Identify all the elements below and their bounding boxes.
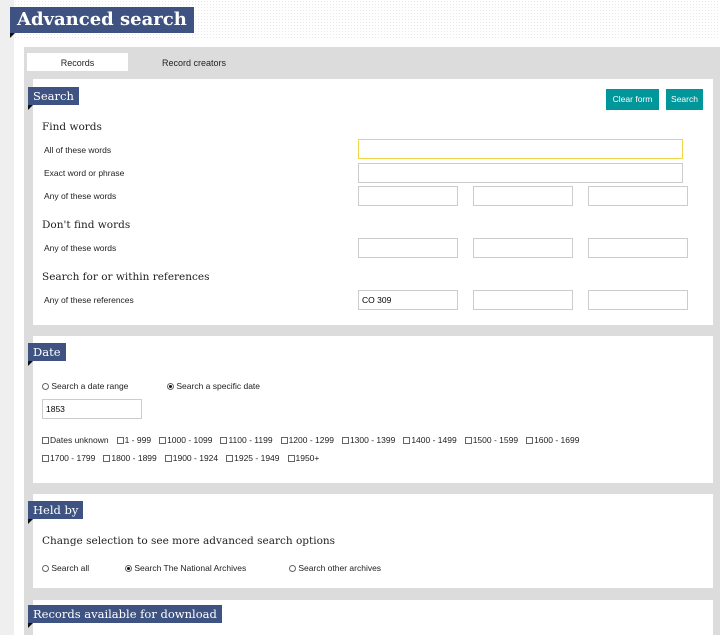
date-range-checkbox[interactable]: 1600 - 1699: [526, 435, 579, 445]
date-range-checkbox[interactable]: 1100 - 1199: [220, 435, 273, 445]
search-all-label: Search all: [51, 563, 90, 573]
search-tna-label: Search The National Archives: [134, 563, 247, 573]
search-other-radio[interactable]: Search other archives: [289, 563, 381, 573]
date-range-label: 1600 - 1699: [534, 435, 580, 445]
checkbox-icon: [341, 437, 349, 444]
radio-icon: [42, 383, 49, 391]
any-words-input-2[interactable]: [473, 186, 573, 206]
date-range-label: 1400 - 1499: [411, 435, 457, 445]
date-range-label: 1900 - 1924: [172, 453, 219, 463]
specific-date-label: Search a specific date: [176, 381, 261, 391]
any-words-input-3[interactable]: [588, 186, 688, 206]
date-range-label: Search a date range: [51, 381, 129, 391]
checkbox-icon: [280, 437, 288, 444]
date-range-label: 1500 - 1599: [472, 435, 519, 445]
date-range-checkbox[interactable]: 1950+: [287, 453, 320, 463]
date-range-checkbox[interactable]: 1 - 999: [116, 435, 152, 445]
checkbox-icon: [464, 437, 472, 444]
date-range-checkbox[interactable]: 1700 - 1799: [42, 453, 95, 463]
date-range-checkbox[interactable]: 1200 - 1299: [280, 435, 334, 445]
checkbox-icon: [164, 455, 172, 462]
checkbox-icon: [159, 437, 167, 444]
exact-phrase-input[interactable]: [358, 163, 683, 183]
radio-selected-icon: [125, 565, 132, 573]
radio-icon: [289, 565, 296, 573]
date-range-label: 1200 - 1299: [288, 435, 334, 445]
refs-heading: Search for or within references: [42, 271, 210, 283]
checkbox-icon: [42, 455, 49, 462]
date-range-checkbox[interactable]: 1925 - 1949: [226, 453, 280, 463]
download-heading: Records available for download: [28, 605, 222, 628]
search-heading: Search: [28, 87, 79, 110]
checkbox-icon: [226, 455, 234, 462]
date-range-label: 1300 - 1399: [349, 435, 396, 445]
page-title: Advanced search: [10, 7, 194, 38]
checkbox-icon: [526, 437, 534, 444]
refs-label: Any of these references: [44, 295, 134, 305]
reference-input-2[interactable]: [473, 290, 573, 310]
date-range-radio[interactable]: Search a date range: [42, 381, 128, 391]
date-range-checkbox[interactable]: 1900 - 1924: [164, 453, 219, 463]
held-by-instruction: Change selection to see more advanced se…: [42, 535, 336, 547]
date-range-checkbox[interactable]: 1500 - 1599: [464, 435, 519, 445]
checkbox-icon: [103, 455, 111, 462]
date-range-label: 1925 - 1949: [234, 453, 280, 463]
date-range-label: 1000 - 1099: [167, 435, 213, 445]
date-range-label: 1800 - 1899: [111, 453, 157, 463]
checkbox-icon: [42, 437, 49, 444]
date-range-checkbox[interactable]: 1000 - 1099: [159, 435, 212, 445]
all-words-input[interactable]: [358, 139, 683, 159]
date-range-checkbox[interactable]: 1400 - 1499: [403, 435, 457, 445]
date-range-checkbox[interactable]: 1800 - 1899: [103, 453, 157, 463]
held-by-heading: Held by: [28, 501, 84, 524]
date-range-label: 1700 - 1799: [50, 453, 96, 463]
date-range-row-2: 1700 - 1799 1800 - 1899 1900 - 1924 1925 - …: [42, 453, 327, 463]
clear-form-button[interactable]: Clear form: [606, 89, 659, 110]
dont-words-input-2[interactable]: [473, 238, 573, 258]
all-words-label: All of these words: [44, 145, 112, 155]
date-range-row-1: Dates unknown 1 - 999 1000 - 1099 1100 - 11…: [42, 435, 587, 445]
dont-any-label: Any of these words: [44, 243, 117, 253]
any-words-input-1[interactable]: [358, 186, 458, 206]
exact-phrase-label: Exact word or phrase: [44, 168, 125, 178]
search-tna-radio[interactable]: Search The National Archives: [125, 563, 246, 573]
date-range-checkbox[interactable]: Dates unknown: [42, 435, 109, 445]
dont-words-input-3[interactable]: [588, 238, 688, 258]
search-all-radio[interactable]: Search all: [42, 563, 89, 573]
date-range-label: Dates unknown: [50, 435, 109, 445]
search-button[interactable]: Search: [666, 89, 703, 110]
any-words-label: Any of these words: [44, 191, 117, 201]
date-range-label: 1 - 999: [124, 435, 152, 445]
date-input[interactable]: [42, 399, 142, 419]
tab-record-creators[interactable]: Record creators: [140, 53, 248, 71]
date-range-label: 1100 - 1199: [228, 435, 273, 445]
left-strip: [0, 0, 14, 635]
search-other-label: Search other archives: [298, 563, 382, 573]
radio-icon: [42, 565, 49, 573]
date-range-checkbox[interactable]: 1300 - 1399: [341, 435, 396, 445]
dont-words-input-1[interactable]: [358, 238, 458, 258]
checkbox-icon: [116, 437, 124, 444]
reference-input-1[interactable]: [358, 290, 458, 310]
dont-find-heading: Don't find words: [42, 219, 131, 231]
find-words-heading: Find words: [42, 121, 102, 133]
checkbox-icon: [403, 437, 411, 444]
checkbox-icon: [220, 437, 228, 444]
reference-input-3[interactable]: [588, 290, 688, 310]
checkbox-icon: [287, 455, 295, 462]
date-range-label: 1950+: [295, 453, 320, 463]
specific-date-radio[interactable]: Search a specific date: [167, 381, 260, 391]
tab-records[interactable]: Records: [27, 53, 128, 71]
radio-selected-icon: [167, 383, 174, 391]
date-heading: Date: [28, 343, 66, 366]
